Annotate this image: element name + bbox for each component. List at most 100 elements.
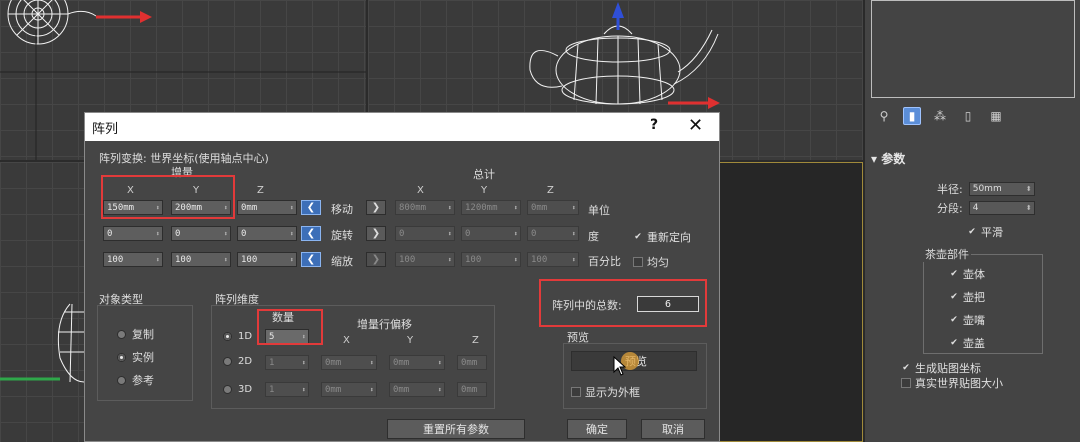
dialog-titlebar[interactable]: 阵列 ? ✕ [85,113,719,141]
reset-all-parameters-button[interactable]: 重置所有参数 [387,419,525,439]
offset-3d-x-field[interactable]: 0mm ⬍ [321,382,377,397]
spinner-arrows-icon[interactable]: ⬍ [156,256,162,264]
spinner-arrows-icon[interactable]: ⬍ [514,256,520,264]
spinner-arrows-icon[interactable]: ⬍ [224,256,230,264]
radius-spinner[interactable]: 50mm ⬍ [968,182,1035,196]
offset-3d-y-field[interactable]: 0mm ⬍ [389,382,445,397]
preview-button[interactable]: 预览 [571,351,697,371]
move-inc-z-field[interactable]: 0mm ⬍ [237,200,297,215]
offset-3d-z-field[interactable]: 0mm [457,382,487,397]
radio-2d[interactable]: 2D [223,356,252,367]
radio-reference[interactable]: 参考 [117,372,154,388]
spinner-arrows-icon[interactable]: ⬍ [290,204,296,212]
move-left-arrow-button[interactable]: ❮ [301,200,321,215]
real-world-map-checkbox[interactable]: 真实世界贴图大小 [901,375,1003,391]
spinner-arrows-icon[interactable]: ⬍ [514,230,520,238]
rotate-inc-z-field[interactable]: 0 ⬍ [237,226,297,241]
spinner-arrows-icon[interactable]: ⬍ [448,230,454,238]
rotate-right-arrow-button[interactable]: ❯ [366,226,386,241]
scale-inc-z-field[interactable]: 100 ⬍ [237,252,297,267]
spinner-arrows-icon[interactable]: ⬍ [572,256,578,264]
part-lid-checkbox[interactable]: ✔ 壶盖 [949,335,985,351]
checkmark-icon: ✔ [950,315,958,325]
rotate-left-arrow-button[interactable]: ❮ [301,226,321,241]
move-right-arrow-button[interactable]: ❯ [366,200,386,215]
spinner-arrows-icon[interactable]: ⬍ [448,204,454,212]
scale-unit-label: 百分比 [588,255,621,268]
spinner-arrows-icon[interactable]: ⬍ [448,256,454,264]
command-panel: ⚲ ▮ ⁂ ▯ ▦ ▾ 参数 半径: 50mm ⬍ 分段: 4 ⬍ ✔ 平滑 茶壶部… [863,0,1080,442]
modifier-stack-icon[interactable]: ▮ [903,107,921,125]
count-2d-field[interactable]: 1 ⬍ [265,355,309,370]
field-value: 6 [664,298,672,310]
show-as-box-checkbox[interactable]: 显示为外框 [571,384,640,400]
checkmark-icon: ✔ [950,292,958,302]
rotate-tot-x-field[interactable]: 0 ⬍ [395,226,455,241]
spinner-arrows-icon[interactable]: ⬍ [514,204,520,212]
radio-copy[interactable]: 复制 [117,326,154,342]
spinner-arrows-icon[interactable]: ⬍ [370,386,376,394]
spinner-arrows-icon[interactable]: ⬍ [572,204,578,212]
rotate-inc-y-field[interactable]: 0 ⬍ [171,226,231,241]
part-label: 壶把 [963,291,985,304]
move-tot-y-field[interactable]: 1200mm ⬍ [461,200,521,215]
ok-button[interactable]: 确定 [567,419,627,439]
close-icon[interactable]: ✕ [688,115,703,136]
pin-icon[interactable]: ⚲ [875,107,893,125]
rotate-inc-x-field[interactable]: 0 ⬍ [103,226,163,241]
rollout-parameters-header[interactable]: ▾ 参数 [871,150,905,167]
spinner-arrows-icon[interactable]: ⬍ [156,230,162,238]
offset-2d-x-field[interactable]: 0mm ⬍ [321,355,377,370]
field-value: 0 [107,228,113,239]
scale-right-arrow-button[interactable]: ❯ [366,252,386,267]
smooth-checkbox[interactable]: ✔ 平滑 [967,224,1003,240]
count-highlight [257,309,323,345]
radio-1d[interactable]: 1D [223,331,252,342]
uniform-checkbox[interactable]: 均匀 [633,254,669,270]
spinner-arrows-icon[interactable]: ⬍ [572,230,578,238]
field-value: 0mm [393,384,410,395]
scale-tot-y-field[interactable]: 100 ⬍ [461,252,521,267]
offset-y-header: Y [407,335,414,346]
rotate-tot-y-field[interactable]: 0 ⬍ [461,226,521,241]
reset-label: 重置所有参数 [423,423,489,436]
rotate-tot-z-field[interactable]: 0 ⬍ [527,226,579,241]
move-tot-z-field[interactable]: 0mm ⬍ [527,200,579,215]
offset-2d-y-field[interactable]: 0mm ⬍ [389,355,445,370]
reorient-checkbox[interactable]: ✔ 重新定向 [633,229,691,245]
gen-map-coords-checkbox[interactable]: ✔ 生成贴图坐标 [901,360,981,376]
radio-instance[interactable]: 实例 [117,349,154,365]
part-body-checkbox[interactable]: ✔ 壶体 [949,266,985,282]
spinner-arrows-icon[interactable]: ⬍ [1026,185,1034,193]
spinner-arrows-icon[interactable]: ⬍ [224,230,230,238]
scale-tot-z-field[interactable]: 100 ⬍ [527,252,579,267]
help-button[interactable]: ? [650,117,658,133]
make-unique-icon[interactable]: ▯ [959,107,977,125]
cancel-button[interactable]: 取消 [641,419,705,439]
configure-modifier-sets-icon[interactable]: ▦ [987,107,1005,125]
show-end-result-icon[interactable]: ⁂ [931,107,949,125]
count-3d-field[interactable]: 1 ⬍ [265,382,309,397]
spinner-arrows-icon[interactable]: ⬍ [438,359,444,367]
segments-spinner[interactable]: 4 ⬍ [968,201,1035,215]
spinner-arrows-icon[interactable]: ⬍ [290,230,296,238]
scale-inc-x-field[interactable]: 100 ⬍ [103,252,163,267]
spinner-arrows-icon[interactable]: ⬍ [438,386,444,394]
part-spout-checkbox[interactable]: ✔ 壶嘴 [949,312,985,328]
spinner-arrows-icon[interactable]: ⬍ [290,256,296,264]
scale-left-arrow-button[interactable]: ❮ [301,252,321,267]
collapse-icon: ▾ [871,152,878,166]
radio-3d[interactable]: 3D [223,384,252,395]
uniform-label: 均匀 [647,256,669,269]
offset-2d-z-field[interactable]: 0mm [457,355,487,370]
move-tot-x-field[interactable]: 800mm ⬍ [395,200,455,215]
spinner-arrows-icon[interactable]: ⬍ [1026,204,1034,212]
spinner-arrows-icon[interactable]: ⬍ [302,359,308,367]
spinner-arrows-icon[interactable]: ⬍ [302,386,308,394]
part-handle-checkbox[interactable]: ✔ 壶把 [949,289,985,305]
scale-tot-x-field[interactable]: 100 ⬍ [395,252,455,267]
scale-inc-y-field[interactable]: 100 ⬍ [171,252,231,267]
tot-y-header: Y [481,185,488,196]
part-label: 壶嘴 [963,314,985,327]
spinner-arrows-icon[interactable]: ⬍ [370,359,376,367]
